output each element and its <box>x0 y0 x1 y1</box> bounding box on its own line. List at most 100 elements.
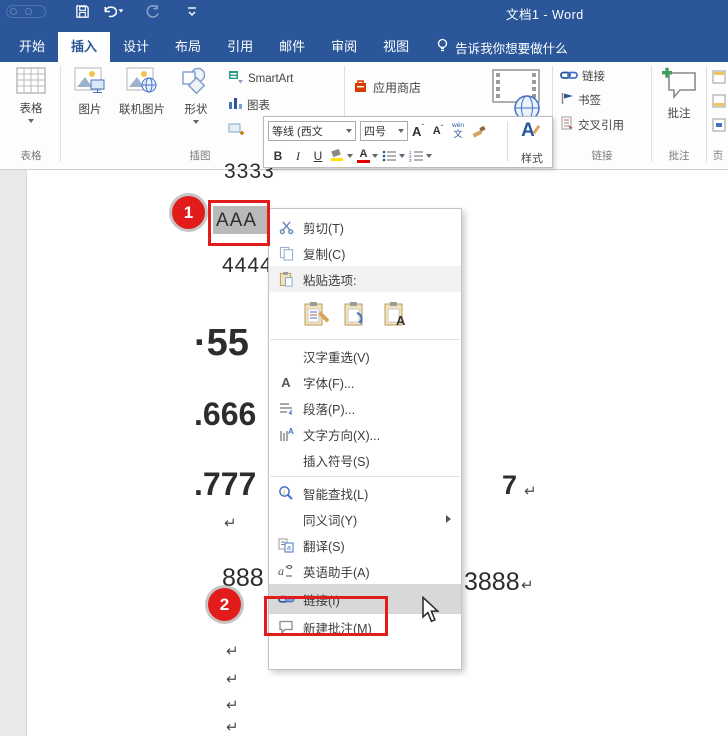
word-window: 文档1 - Word 开始 插入 设计 布局 引用 邮件 审阅 视图 告诉我你想… <box>0 0 728 736</box>
tab-insert[interactable]: 插入 <box>58 32 110 62</box>
menu-item-copy[interactable]: 复制(C) <box>269 240 461 266</box>
underline-button[interactable]: U <box>308 146 328 166</box>
format-painter-icon[interactable] <box>468 121 488 141</box>
shapes-icon <box>180 67 212 98</box>
customize-quick-access-icon[interactable] <box>180 2 204 20</box>
window-title: 文档1 - Word <box>506 4 584 23</box>
annotation-step-1: 1 <box>172 196 205 229</box>
font-size-combo[interactable]: 四号 <box>360 121 408 141</box>
online-pictures-button-label: 联机图片 <box>119 101 165 117</box>
translate-icon: a <box>269 538 303 553</box>
ribbon-link-button[interactable]: 链接 <box>560 68 605 84</box>
doc-line-666: .666 <box>194 396 256 433</box>
ribbon-tabs: 开始 插入 设计 布局 引用 邮件 审阅 视图 告诉我你想要做什么 <box>0 24 728 62</box>
svg-text:i: i <box>283 488 285 497</box>
menu-item-synonyms[interactable]: 同义词(Y) <box>269 506 461 532</box>
comment-button-label: 批注 <box>668 105 691 121</box>
picture-button-label: 图片 <box>79 101 102 117</box>
picture-button[interactable]: 图片 <box>68 67 112 117</box>
undo-icon[interactable] <box>100 2 124 20</box>
tab-home[interactable]: 开始 <box>6 32 58 62</box>
phonetic-guide-button[interactable]: wén文 <box>448 121 468 141</box>
menu-item-cut[interactable]: 剪切(T) <box>269 214 461 240</box>
shrink-font-button[interactable]: Aˇ <box>428 121 448 141</box>
screenshot-icon <box>228 122 244 139</box>
tab-references[interactable]: 引用 <box>214 32 266 62</box>
footer-icon[interactable] <box>712 94 726 113</box>
smart-lookup-icon: i <box>269 485 303 501</box>
save-icon[interactable] <box>70 2 94 20</box>
font-name-combo[interactable]: 等线 (西文 <box>268 121 356 141</box>
table-group-label: 表格 <box>6 148 56 163</box>
menu-item-english-assistant[interactable]: a 英语助手(A) <box>269 558 461 584</box>
touch-mode-toggle[interactable] <box>6 5 46 18</box>
svg-text:A: A <box>396 313 406 327</box>
redo-icon[interactable] <box>140 2 164 20</box>
paragraph-mark: ↵ <box>224 514 237 532</box>
table-button[interactable]: 表格 <box>8 67 54 123</box>
paragraph-mark: ↵ <box>226 670 239 688</box>
menu-item-smart-lookup[interactable]: i 智能查找(L) <box>269 480 461 506</box>
bookmark-button[interactable]: 书签 <box>560 92 601 108</box>
font-color-icon[interactable]: A <box>355 146 380 166</box>
tab-view[interactable]: 视图 <box>370 32 422 62</box>
doc-line-4444: 4444 <box>222 254 273 278</box>
menu-item-translate[interactable]: a 翻译(S) <box>269 532 461 558</box>
menu-item-font[interactable]: A字体(F)... <box>269 369 461 395</box>
shapes-button[interactable]: 形状 <box>174 67 218 124</box>
shapes-button-label: 形状 <box>185 101 208 117</box>
svg-text:a: a <box>278 564 284 578</box>
app-store-label: 应用商店 <box>373 79 421 96</box>
app-store-button[interactable]: 应用商店 <box>352 78 421 97</box>
paragraph-mark: ↵ <box>226 696 239 714</box>
tab-design[interactable]: 设计 <box>110 32 162 62</box>
font-name-value: 等线 (西文 <box>272 123 343 139</box>
smartart-button[interactable]: SmartArt <box>228 70 293 87</box>
doc-line-777: .777 <box>194 466 256 503</box>
paste-merge-formatting-icon[interactable] <box>341 299 371 329</box>
grow-font-button[interactable]: Aˆ <box>408 121 428 141</box>
styles-icon[interactable]: A <box>514 120 550 146</box>
online-pictures-button[interactable]: 联机图片 <box>114 67 170 117</box>
page-margin-strip <box>0 170 27 736</box>
cross-reference-button[interactable]: 交叉引用 <box>560 116 624 133</box>
numbering-icon[interactable]: 123 <box>407 146 434 166</box>
table-icon <box>16 67 46 97</box>
svg-text:a: a <box>287 545 291 552</box>
tell-me-box[interactable]: 告诉我你想要做什么 <box>436 32 568 62</box>
svg-text:3: 3 <box>409 158 412 162</box>
paragraph-settings-icon <box>269 402 303 415</box>
smartart-icon <box>228 70 244 87</box>
italic-button[interactable]: I <box>288 146 308 166</box>
bullets-icon[interactable] <box>380 146 407 166</box>
new-comment-button[interactable]: 批注 <box>656 67 702 121</box>
tab-review[interactable]: 审阅 <box>318 32 370 62</box>
paste-keep-text-only-icon[interactable]: A <box>381 299 411 329</box>
menu-item-insert-symbol[interactable]: 插入符号(S) <box>269 447 461 473</box>
menu-item-hanzi-reselect[interactable]: 汉字重选(V) <box>269 343 461 369</box>
text-direction-icon: A <box>269 427 303 442</box>
screenshot-button[interactable] <box>228 122 244 139</box>
lightbulb-icon <box>436 38 449 56</box>
english-assistant-icon: a <box>269 564 303 578</box>
tab-mailings[interactable]: 邮件 <box>266 32 318 62</box>
header-icon[interactable] <box>712 70 726 89</box>
paragraph-mark: ↵ <box>521 576 534 594</box>
chart-button[interactable]: 图表 <box>228 96 270 113</box>
online-pictures-icon <box>126 67 158 98</box>
annotation-box-link <box>264 596 388 636</box>
tab-layout[interactable]: 布局 <box>162 32 214 62</box>
paragraph-mark: ↵ <box>226 718 239 736</box>
bold-button[interactable]: B <box>268 146 288 166</box>
menu-item-text-direction[interactable]: A 文字方向(X)... <box>269 421 461 447</box>
title-bar: 文档1 - Word <box>0 0 728 24</box>
menu-item-paragraph[interactable]: 段落(P)... <box>269 395 461 421</box>
page-number-icon[interactable] <box>712 118 726 137</box>
scissors-icon <box>269 220 303 235</box>
mouse-cursor <box>418 596 442 629</box>
highlight-color-icon[interactable] <box>328 146 355 166</box>
copy-icon <box>269 246 303 261</box>
paste-keep-source-icon[interactable] <box>301 299 331 329</box>
paste-icon <box>269 271 303 287</box>
cross-reference-label: 交叉引用 <box>578 117 624 133</box>
